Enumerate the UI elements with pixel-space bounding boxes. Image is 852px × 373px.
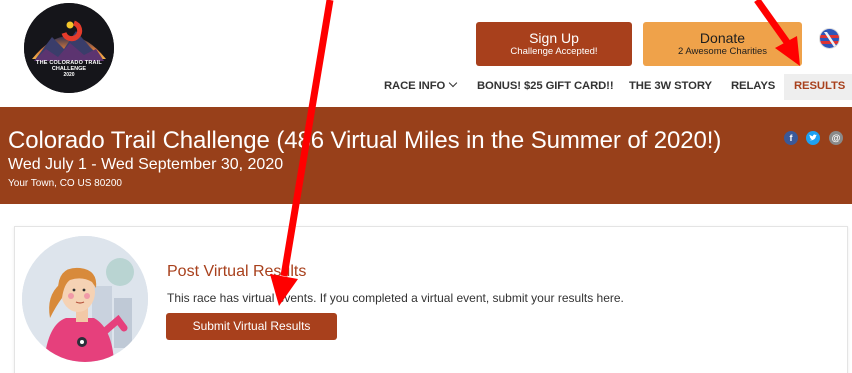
sign-up-label: Sign Up [529, 30, 579, 46]
email-share-icon[interactable]: @ [829, 131, 843, 145]
nav-race-info[interactable]: RACE INFO [384, 78, 458, 100]
page: THE COLORADO TRAIL CHALLENGE 2020 Sign U… [0, 0, 852, 373]
nav-label: RACE INFO [384, 80, 446, 92]
nav-label: BONUS! $25 GIFT CARD!! [477, 80, 614, 92]
nav-label: THE 3W STORY [629, 80, 712, 92]
post-virtual-results-title: Post Virtual Results [167, 263, 307, 280]
nav-label: RELAYS [731, 80, 776, 92]
race-date: Wed July 1 - Wed September 30, 2020 [8, 156, 284, 173]
race-title: Colorado Trail Challenge (486 Virtual Mi… [8, 127, 722, 154]
nav-relays[interactable]: RELAYS [731, 80, 775, 100]
submit-virtual-results-button[interactable]: Submit Virtual Results [166, 313, 337, 340]
runner-illustration [22, 236, 148, 362]
nav-results[interactable]: RESULTS [794, 80, 845, 100]
donate-button[interactable]: Donate 2 Awesome Charities [643, 22, 802, 66]
donate-sublabel: 2 Awesome Charities [677, 46, 768, 57]
runner-illustration-graphic [22, 236, 148, 362]
sign-up-sublabel: Challenge Accepted! [510, 46, 598, 57]
flag-avatar-icon [820, 29, 839, 48]
nav-3w-story[interactable]: THE 3W STORY [629, 80, 712, 100]
twitter-bird-icon [809, 134, 817, 141]
post-virtual-results-description: This race has virtual events. If you com… [167, 291, 624, 305]
mountain-logo-graphic [24, 3, 114, 93]
chevron-down-icon [448, 78, 458, 88]
race-logo[interactable]: THE COLORADO TRAIL CHALLENGE 2020 [24, 3, 114, 93]
twitter-share-icon[interactable] [806, 131, 820, 145]
nav-bonus-gift-card[interactable]: BONUS! $25 GIFT CARD!! [477, 80, 614, 100]
facebook-share-icon[interactable]: f [784, 131, 798, 145]
logo-text: 2020 [63, 72, 75, 78]
sign-up-button[interactable]: Sign Up Challenge Accepted! [476, 22, 632, 66]
race-location: Your Town, CO US 80200 [8, 178, 122, 189]
donate-label: Donate [699, 30, 746, 46]
race-banner: Colorado Trail Challenge (486 Virtual Mi… [0, 107, 852, 204]
nav-label: RESULTS [794, 80, 846, 92]
user-avatar[interactable] [819, 28, 840, 49]
